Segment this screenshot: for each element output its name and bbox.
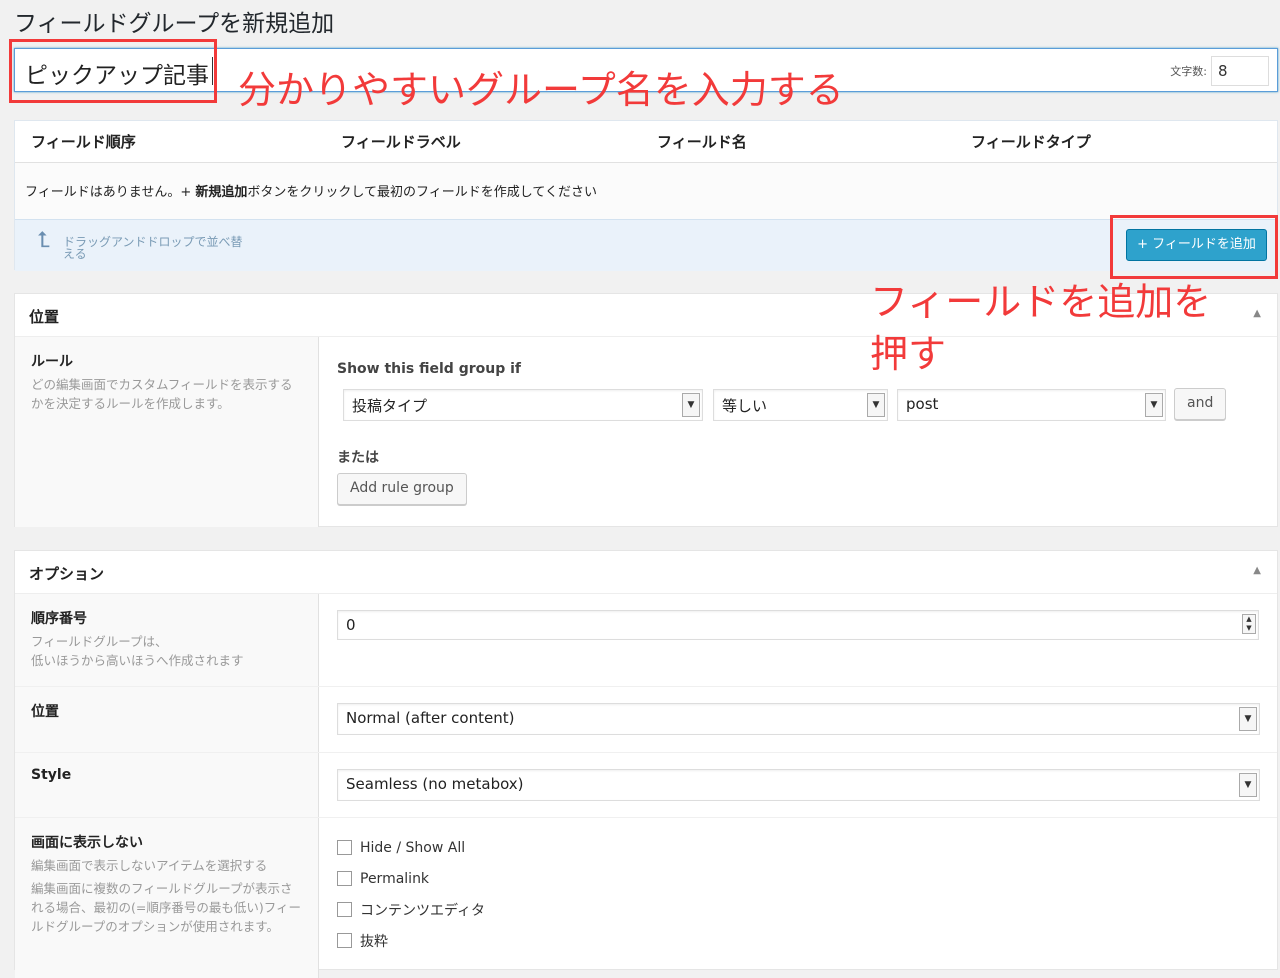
arrow-up-icon: ⮤	[37, 228, 50, 253]
position-row: 位置 Normal (after content) ▼	[15, 687, 1277, 753]
collapse-icon[interactable]: ▲	[1253, 565, 1261, 576]
checkbox-excerpt[interactable]: 抜粋	[337, 925, 1259, 956]
position-select[interactable]: Normal (after content) ▼	[337, 703, 1260, 735]
checkbox[interactable]	[337, 902, 352, 917]
show-if-label: Show this field group if	[337, 361, 522, 377]
hide-desc-1: 編集画面で表示しないアイテムを選択する	[31, 858, 268, 873]
style-value: Seamless (no metabox)	[346, 775, 524, 793]
empty-bold: 新規追加	[195, 185, 248, 200]
char-count: 文字数: 8	[1170, 56, 1269, 86]
col-name: フィールド名	[657, 133, 747, 151]
col-type: フィールドタイプ	[971, 133, 1091, 151]
param-value: 投稿タイプ	[352, 397, 428, 415]
order-value: 0	[346, 616, 356, 634]
location-panel: 位置 ▲ ルールどの編集画面でカスタムフィールドを表示するかを決定するルールを作成…	[14, 293, 1278, 527]
style-label: Style	[31, 767, 72, 783]
style-select[interactable]: Seamless (no metabox) ▼	[337, 769, 1260, 801]
checkbox-label: Hide / Show All	[360, 839, 466, 856]
value-value: post	[906, 395, 939, 413]
checkbox-hide-show-all[interactable]: Hide / Show All	[337, 832, 1259, 863]
rules-row: ルールどの編集画面でカスタムフィールドを表示するかを決定するルールを作成します。…	[15, 337, 1277, 527]
chevron-down-icon: ▼	[682, 393, 700, 417]
spinner-icon[interactable]: ▲ ▼	[1242, 614, 1256, 634]
hide-desc-2: 編集画面に複数のフィールドグループが表示される場合、最初の(=順序番号の最も低い…	[31, 881, 301, 934]
page-title: フィールドグループを新規追加	[14, 11, 335, 37]
order-label: 順序番号	[31, 611, 87, 627]
order-row: 順序番号フィールドグループは、低いほうから高いほうへ作成されます 0 ▲ ▼	[15, 594, 1277, 687]
options-panel: オプション ▲ 順序番号フィールドグループは、低いほうから高いほうへ作成されます …	[14, 550, 1278, 978]
checkbox[interactable]	[337, 840, 352, 855]
checkbox-permalink[interactable]: Permalink	[337, 863, 1259, 894]
hide-row: 画面に表示しない編集画面で表示しないアイテムを選択する編集画面に複数のフィールド…	[15, 818, 1277, 978]
empty-suffix: ボタンをクリックして最初のフィールドを作成してください	[247, 185, 597, 200]
empty-prefix: フィールドはありません。+	[25, 185, 196, 200]
and-button[interactable]: and	[1174, 388, 1227, 420]
rules-desc: どの編集画面でカスタムフィールドを表示するかを決定するルールを作成します。	[31, 377, 293, 411]
rules-label: ルール	[31, 354, 73, 370]
style-row: Style Seamless (no metabox) ▼	[15, 753, 1277, 818]
param-select[interactable]: 投稿タイプ ▼	[343, 389, 703, 421]
annotation-add-field-2: 押す	[870, 332, 947, 376]
order-input[interactable]: 0 ▲ ▼	[337, 610, 1259, 640]
annotation-group-name: 分かりやすいグループ名を入力する	[238, 68, 844, 112]
location-title: 位置	[29, 308, 60, 326]
annotation-add-field-1: フィールドを追加を	[870, 280, 1212, 324]
checkbox[interactable]	[337, 871, 352, 886]
char-count-label: 文字数:	[1170, 65, 1207, 78]
checkbox-content-editor[interactable]: コンテンツエディタ	[337, 894, 1259, 925]
fields-footer: ⮤ ドラッグアンドドロップで並べ替える + フィールドを追加	[15, 219, 1277, 271]
operator-select[interactable]: 等しい ▼	[713, 389, 888, 421]
operator-value: 等しい	[722, 397, 768, 415]
options-title: オプション	[29, 565, 105, 583]
order-desc-2: 低いほうから高いほうへ作成されます	[31, 653, 244, 668]
chevron-down-icon: ▼	[1145, 393, 1163, 417]
checkbox[interactable]	[337, 933, 352, 948]
highlight-title-box	[9, 39, 217, 103]
hide-label: 画面に表示しない	[31, 835, 143, 851]
checkbox-label: コンテンツエディタ	[360, 902, 486, 919]
checkbox-label: Permalink	[360, 870, 430, 887]
add-rule-group-button[interactable]: Add rule group	[337, 473, 467, 505]
or-label: または	[337, 450, 379, 466]
checkbox-label: 抜粋	[360, 933, 388, 950]
col-order: フィールド順序	[31, 133, 136, 151]
col-label: フィールドラベル	[341, 133, 461, 151]
fields-header: フィールド順序 フィールドラベル フィールド名 フィールドタイプ	[15, 121, 1277, 163]
value-select[interactable]: post ▼	[897, 389, 1166, 421]
fields-panel: フィールド順序 フィールドラベル フィールド名 フィールドタイプ フィールドはあ…	[14, 120, 1278, 271]
order-desc-1: フィールドグループは、	[31, 634, 168, 649]
position-value: Normal (after content)	[346, 709, 515, 727]
position-label: 位置	[31, 704, 59, 720]
chevron-down-icon: ▼	[1239, 707, 1257, 731]
char-count-value: 8	[1211, 56, 1269, 86]
collapse-icon[interactable]: ▲	[1253, 308, 1261, 319]
chevron-down-icon: ▼	[1239, 773, 1257, 797]
options-header[interactable]: オプション ▲	[15, 551, 1277, 594]
drag-hint: ドラッグアンドドロップで並べ替える	[63, 235, 243, 261]
empty-message: フィールドはありません。+ 新規追加ボタンをクリックして最初のフィールドを作成し…	[15, 163, 1277, 219]
chevron-down-icon: ▼	[867, 393, 885, 417]
highlight-add-button	[1110, 215, 1278, 279]
